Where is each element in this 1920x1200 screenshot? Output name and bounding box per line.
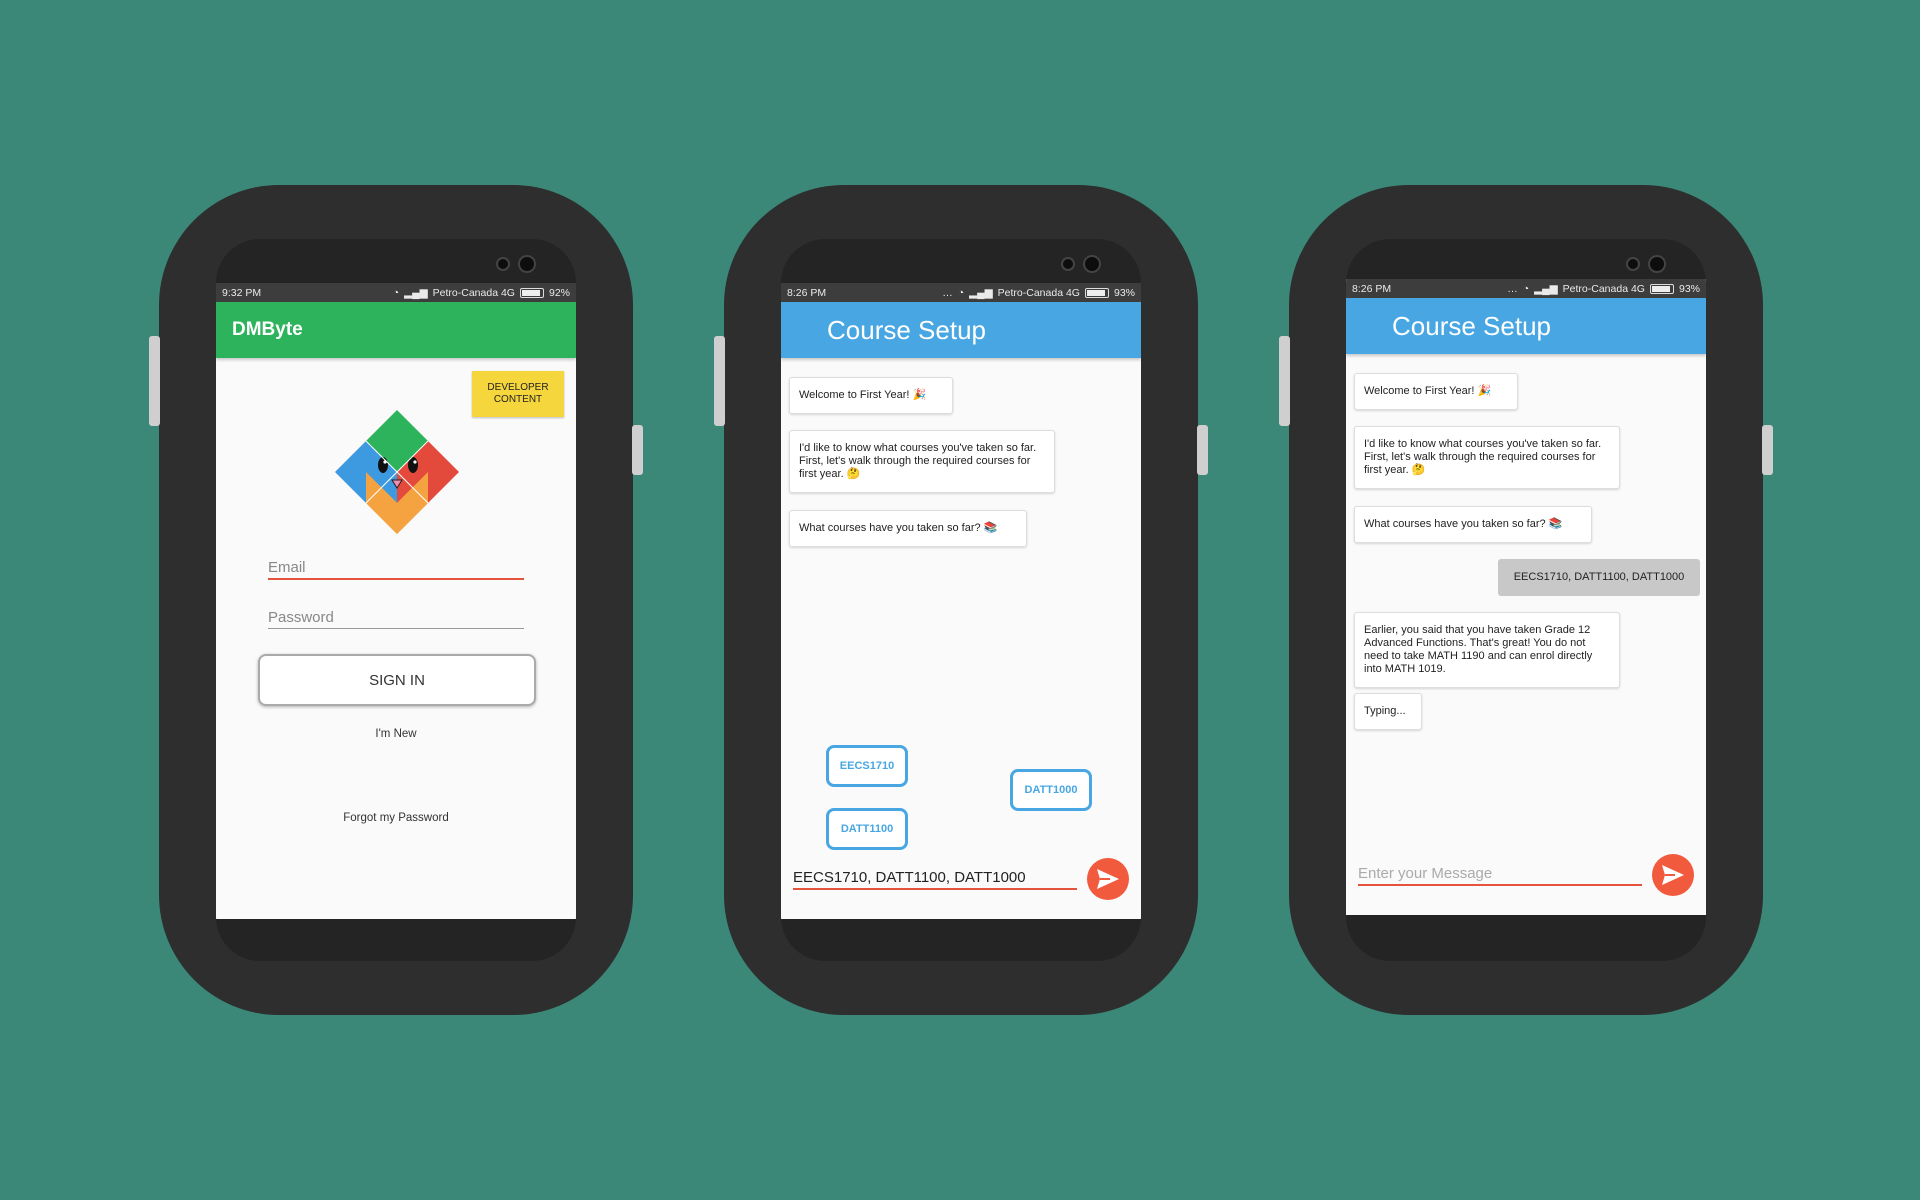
wifi-icon: ◔ <box>392 286 400 299</box>
wifi-icon: ◔ <box>1522 282 1530 295</box>
phone-course-setup-chips: 8:26 PM … ◔ ▂▄▆ Petro-Canada 4G 93% Cour… <box>714 185 1208 1015</box>
diamond-mascot-icon <box>335 410 459 534</box>
message-input-value: EECS1710, DATT1100, DATT1000 <box>793 869 1026 886</box>
typing-indicator: Typing... <box>1354 693 1422 730</box>
message-input[interactable]: EECS1710, DATT1100, DATT1000 <box>793 869 1077 890</box>
app-bar: Course Setup <box>781 302 1141 358</box>
bot-message: What courses have you taken so far? 📚 <box>789 510 1027 547</box>
side-button <box>1762 425 1773 475</box>
side-button <box>1197 425 1208 475</box>
battery-icon <box>1084 287 1109 298</box>
screen: 9:32 PM ◔ ▂▄▆ Petro-Canada 4G 92% DMByte… <box>216 283 576 919</box>
side-button <box>149 336 160 426</box>
camera-icon <box>1626 257 1640 271</box>
email-placeholder: Email <box>268 559 306 576</box>
battery-percent: 93% <box>1678 282 1700 295</box>
signal-icon: ▂▄▆ <box>969 286 993 299</box>
bot-message: I'd like to know what courses you've tak… <box>789 430 1055 493</box>
send-button[interactable] <box>1652 854 1694 896</box>
app-title: Course Setup <box>827 314 986 345</box>
camera-icon <box>1083 255 1101 273</box>
battery-fill <box>1086 289 1105 296</box>
phone-course-setup-chat: 8:26 PM … ◔ ▂▄▆ Petro-Canada 4G 93% Cour… <box>1279 185 1773 1015</box>
app-title: Course Setup <box>1392 310 1551 341</box>
message-input[interactable]: Enter your Message <box>1358 865 1642 886</box>
screen: 8:26 PM … ◔ ▂▄▆ Petro-Canada 4G 93% Cour… <box>1346 279 1706 915</box>
email-field[interactable]: Email <box>268 559 524 580</box>
side-button <box>1279 336 1290 426</box>
camera-icon <box>1648 255 1666 273</box>
app-title: DMByte <box>232 319 303 340</box>
battery-fill <box>521 289 540 296</box>
bot-message: I'd like to know what courses you've tak… <box>1354 426 1620 489</box>
side-button <box>632 425 643 475</box>
user-message: EECS1710, DATT1100, DATT1000 <box>1498 559 1700 596</box>
carrier-label: Petro-Canada 4G <box>997 286 1080 299</box>
camera-icon <box>1061 257 1075 271</box>
battery-icon <box>519 287 544 298</box>
phone-inner: 8:26 PM … ◔ ▂▄▆ Petro-Canada 4G 93% Cour… <box>1346 239 1706 961</box>
forgot-password-link[interactable]: Forgot my Password <box>216 812 576 824</box>
camera-icon <box>496 257 510 271</box>
side-button <box>714 336 725 426</box>
battery-percent: 93% <box>1113 286 1135 299</box>
bot-message: Earlier, you said that you have taken Gr… <box>1354 612 1620 688</box>
screen: 8:26 PM … ◔ ▂▄▆ Petro-Canada 4G 93% Cour… <box>781 283 1141 919</box>
signal-icon: ▂▄▆ <box>1534 282 1558 295</box>
signal-icon: ▂▄▆ <box>404 286 428 299</box>
battery-fill <box>1651 285 1670 292</box>
battery-icon <box>1649 283 1674 294</box>
carrier-label: Petro-Canada 4G <box>432 286 515 299</box>
status-time: 8:26 PM <box>787 286 827 299</box>
camera-icon <box>518 255 536 273</box>
phone-login: 9:32 PM ◔ ▂▄▆ Petro-Canada 4G 92% DMByte… <box>149 185 643 1015</box>
status-bar: 8:26 PM … ◔ ▂▄▆ Petro-Canada 4G 93% <box>781 283 1141 302</box>
course-chip-datt1000[interactable]: DATT1000 <box>1010 769 1092 811</box>
developer-content-button[interactable]: DEVELOPER CONTENT <box>472 371 564 417</box>
status-time: 8:26 PM <box>1352 282 1392 295</box>
bot-message: What courses have you taken so far? 📚 <box>1354 506 1592 543</box>
phone-inner: 9:32 PM ◔ ▂▄▆ Petro-Canada 4G 92% DMByte… <box>216 239 576 961</box>
more-icon: … <box>942 286 953 299</box>
message-input-placeholder: Enter your Message <box>1358 865 1493 882</box>
password-placeholder: Password <box>268 609 334 626</box>
course-chip-eecs1710[interactable]: EECS1710 <box>826 745 908 787</box>
password-field[interactable]: Password <box>268 609 524 629</box>
im-new-link[interactable]: I'm New <box>216 728 576 740</box>
carrier-label: Petro-Canada 4G <box>1562 282 1645 295</box>
wifi-icon: ◔ <box>957 286 965 299</box>
bot-message: Welcome to First Year! 🎉 <box>1354 373 1518 410</box>
phone-inner: 8:26 PM … ◔ ▂▄▆ Petro-Canada 4G 93% Cour… <box>781 239 1141 961</box>
status-bar: 8:26 PM … ◔ ▂▄▆ Petro-Canada 4G 93% <box>1346 279 1706 298</box>
app-bar: Course Setup <box>1346 298 1706 354</box>
send-icon <box>1662 865 1684 885</box>
battery-percent: 92% <box>548 286 570 299</box>
send-icon <box>1097 869 1119 889</box>
bot-message: Welcome to First Year! 🎉 <box>789 377 953 414</box>
status-time: 9:32 PM <box>222 286 262 299</box>
sign-in-button[interactable]: SIGN IN <box>258 654 536 706</box>
send-button[interactable] <box>1087 858 1129 900</box>
more-icon: … <box>1507 282 1518 295</box>
status-bar: 9:32 PM ◔ ▂▄▆ Petro-Canada 4G 92% <box>216 283 576 302</box>
app-bar: DMByte <box>216 302 576 358</box>
course-chip-datt1100[interactable]: DATT1100 <box>826 808 908 850</box>
